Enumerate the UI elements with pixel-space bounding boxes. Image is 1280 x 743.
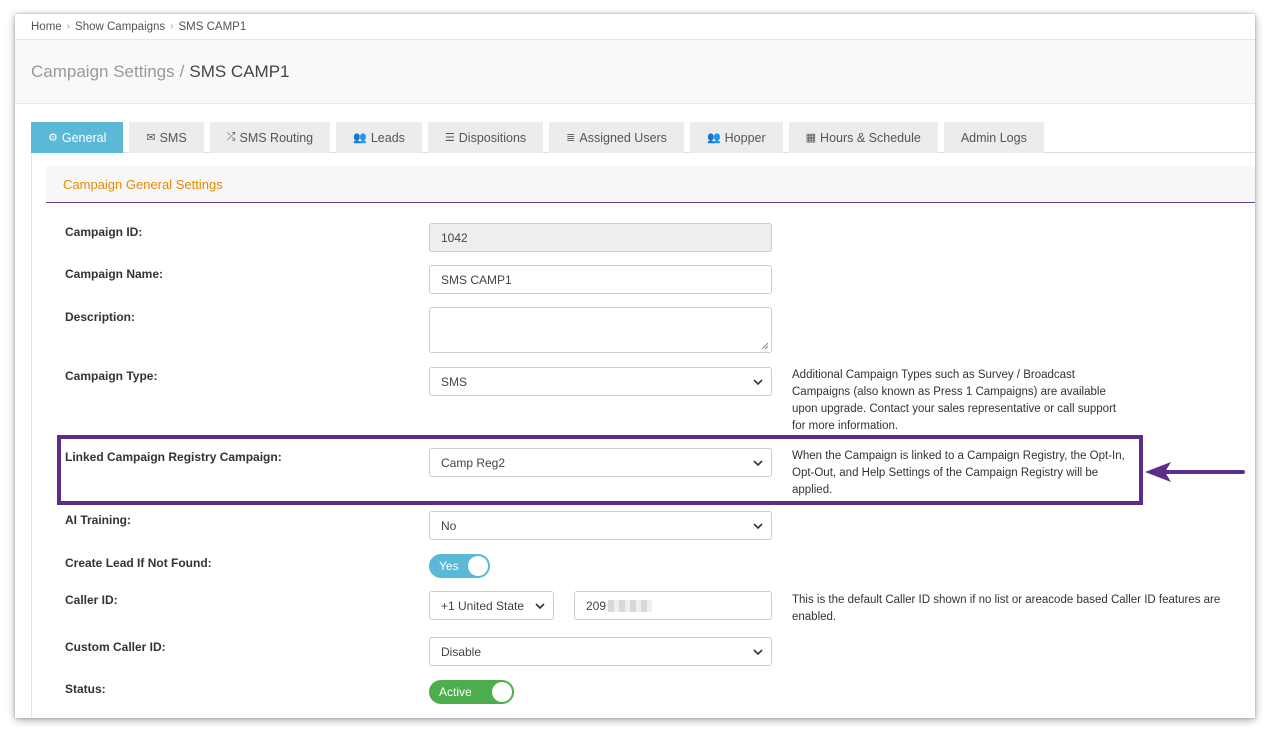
campaign-id-label: Campaign ID: xyxy=(65,225,143,239)
linked-registry-help: When the Campaign is linked to a Campaig… xyxy=(792,450,1125,496)
campaign-type-select[interactable]: SMS xyxy=(429,367,772,396)
breadcrumb-show-campaigns[interactable]: Show Campaigns xyxy=(75,21,165,33)
create-lead-label: Create Lead If Not Found: xyxy=(65,556,212,570)
page-title-name: SMS CAMP1 xyxy=(189,61,290,81)
calendar-icon: ▦ xyxy=(805,132,817,144)
tab-admin-logs[interactable]: Admin Logs xyxy=(943,122,1044,153)
campaign-id-field: 1042 xyxy=(429,223,772,252)
status-label: Status: xyxy=(65,682,106,696)
linked-registry-select[interactable]: Camp Reg2 xyxy=(429,448,772,477)
ai-training-select[interactable]: No xyxy=(429,511,772,540)
campaign-type-label: Campaign Type: xyxy=(65,369,158,383)
tab-hours-schedule[interactable]: ▦ Hours & Schedule xyxy=(788,122,938,153)
ordered-list-icon: ≣ xyxy=(566,132,576,144)
create-lead-toggle-text: Yes xyxy=(439,559,459,573)
tab-label: Admin Logs xyxy=(960,130,1027,145)
breadcrumb-chevron-icon: › xyxy=(66,21,71,32)
tab-label: Hours & Schedule xyxy=(820,130,921,145)
linked-registry-value: Camp Reg2 xyxy=(441,455,506,470)
panel-header: Campaign General Settings xyxy=(46,166,1255,203)
caller-id-number-input[interactable]: 209 xyxy=(574,591,772,620)
tab-label: Leads xyxy=(370,130,405,145)
envelope-icon: ✉ xyxy=(146,132,156,144)
breadcrumb: Home › Show Campaigns › SMS CAMP1 xyxy=(15,14,1255,40)
tab-label: Dispositions xyxy=(458,130,527,145)
campaign-name-label: Campaign Name: xyxy=(65,267,164,281)
users-icon: 👥 xyxy=(353,132,367,144)
toggle-knob xyxy=(468,556,488,576)
status-toggle[interactable]: Active xyxy=(429,680,514,704)
page-title-separator: / xyxy=(179,61,185,81)
chevron-down-icon xyxy=(753,459,763,466)
page-title-section: Campaign Settings xyxy=(31,61,175,81)
tab-label: General xyxy=(61,130,107,145)
tab-label: Hopper xyxy=(724,130,766,145)
resize-handle-icon[interactable] xyxy=(761,342,769,350)
gears-icon: ⚙ xyxy=(48,132,58,144)
linked-registry-label: Linked Campaign Registry Campaign: xyxy=(65,450,282,464)
users-icon: 👥 xyxy=(706,132,721,144)
tab-label: SMS Routing xyxy=(239,130,314,145)
page-title: Campaign Settings / SMS CAMP1 xyxy=(15,40,1255,104)
arrow-left-icon xyxy=(1145,462,1245,482)
chevron-down-icon xyxy=(535,602,545,609)
tab-dispositions[interactable]: ☰ Dispositions xyxy=(427,122,544,153)
app-window: Home › Show Campaigns › SMS CAMP1 Campai… xyxy=(15,14,1255,718)
create-lead-toggle[interactable]: Yes xyxy=(429,554,490,578)
chevron-down-icon xyxy=(753,378,763,385)
tab-label: Assigned Users xyxy=(579,130,667,145)
description-label: Description: xyxy=(65,310,136,324)
tab-bar: ⚙ General ✉ SMS ⤮ SMS Routing 👥 Leads ☰ … xyxy=(31,122,1255,153)
tab-sms[interactable]: ✉ SMS xyxy=(129,122,204,153)
chevron-down-icon xyxy=(753,648,763,655)
redacted-digits xyxy=(608,599,653,612)
breadcrumb-chevron-icon: › xyxy=(170,21,174,32)
custom-caller-id-select[interactable]: Disable xyxy=(429,637,772,666)
custom-caller-id-value: Disable xyxy=(441,644,482,659)
tab-general[interactable]: ⚙ General xyxy=(31,122,124,153)
ai-training-label: AI Training: xyxy=(65,513,131,527)
tab-label: SMS xyxy=(159,130,187,145)
caller-id-help: This is the default Caller ID shown if n… xyxy=(792,594,1221,623)
breadcrumb-home[interactable]: Home xyxy=(31,21,62,33)
caller-id-label: Caller ID: xyxy=(65,593,118,607)
tab-leads[interactable]: 👥 Leads xyxy=(336,122,422,153)
campaign-name-value: SMS CAMP1 xyxy=(441,272,512,287)
description-textarea[interactable] xyxy=(429,307,772,353)
caller-id-number-value: 209 xyxy=(586,598,607,613)
ai-training-value: No xyxy=(441,518,457,533)
tab-assigned-users[interactable]: ≣ Assigned Users xyxy=(549,122,684,153)
campaign-name-input[interactable]: SMS CAMP1 xyxy=(429,265,772,294)
caller-id-country-select[interactable]: +1 United State xyxy=(429,591,554,620)
panel-border xyxy=(31,153,32,718)
custom-caller-id-label: Custom Caller ID: xyxy=(65,640,166,654)
campaign-type-help: Additional Campaign Types such as Survey… xyxy=(792,369,1117,432)
panel-title: Campaign General Settings xyxy=(63,176,223,192)
status-toggle-text: Active xyxy=(439,685,472,699)
caller-id-country-value: +1 United State xyxy=(441,598,525,613)
chevron-down-icon xyxy=(753,522,763,529)
tab-hopper[interactable]: 👥 Hopper xyxy=(689,122,783,153)
list-icon: ☰ xyxy=(444,132,455,144)
breadcrumb-current: SMS CAMP1 xyxy=(178,20,247,33)
campaign-id-value: 1042 xyxy=(441,230,468,245)
campaign-type-value: SMS xyxy=(441,374,468,389)
tab-sms-routing[interactable]: ⤮ SMS Routing xyxy=(209,122,331,153)
shuffle-icon: ⤮ xyxy=(226,131,236,143)
toggle-knob xyxy=(492,682,512,702)
